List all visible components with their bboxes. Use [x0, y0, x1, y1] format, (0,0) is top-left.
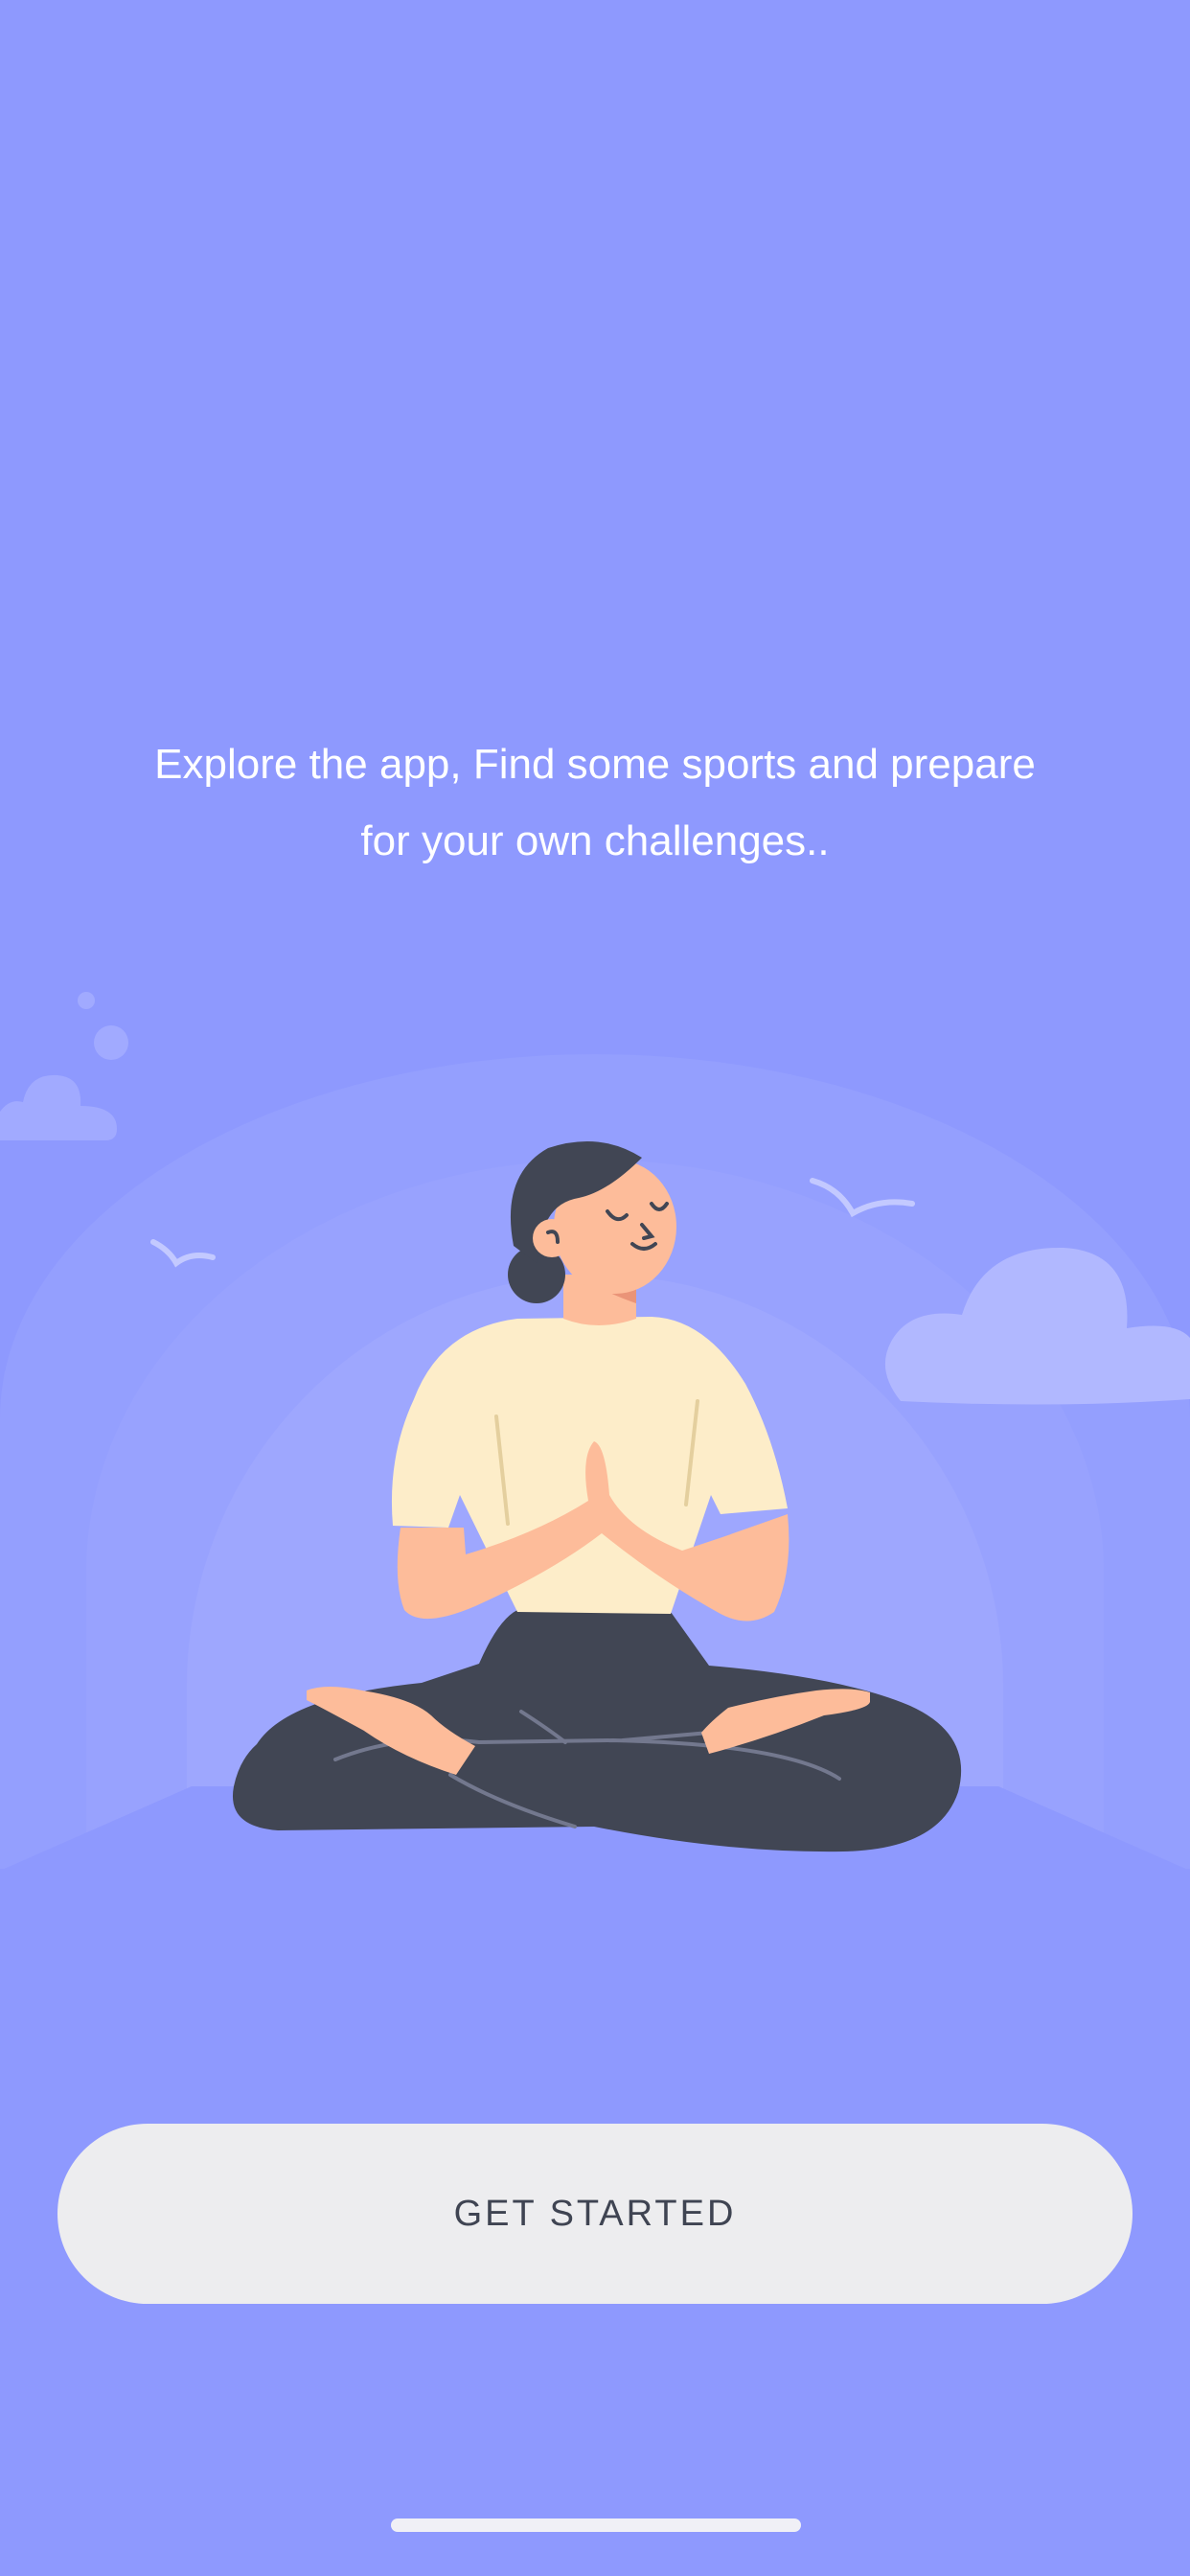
intro-text: Explore the app, Find some sports and pr… [96, 726, 1094, 880]
cloud-left-icon [0, 992, 128, 1140]
onboarding-screen: Explore the app, Find some sports and pr… [0, 0, 1190, 2576]
home-indicator[interactable] [391, 2518, 801, 2532]
get-started-button[interactable]: GET STARTED [57, 2124, 1133, 2304]
intro-line-2: for your own challenges.. [360, 817, 830, 864]
meditation-illustration [0, 992, 1190, 1898]
intro-line-1: Explore the app, Find some sports and pr… [154, 741, 1036, 788]
